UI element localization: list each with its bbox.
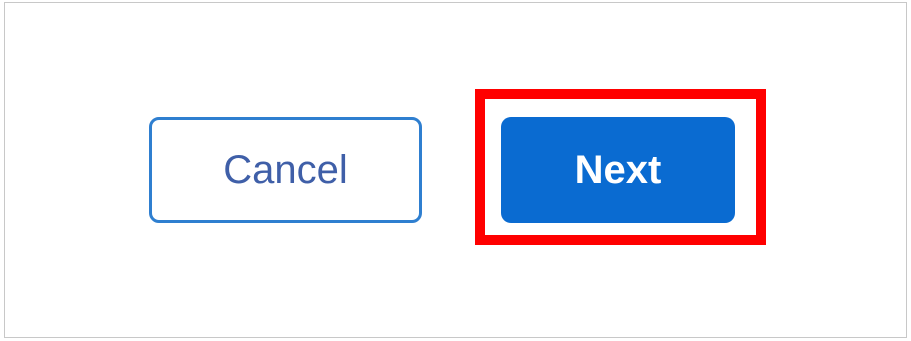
next-button[interactable]: Next <box>501 117 735 223</box>
dialog-panel <box>4 2 907 338</box>
cancel-button[interactable]: Cancel <box>149 117 422 223</box>
